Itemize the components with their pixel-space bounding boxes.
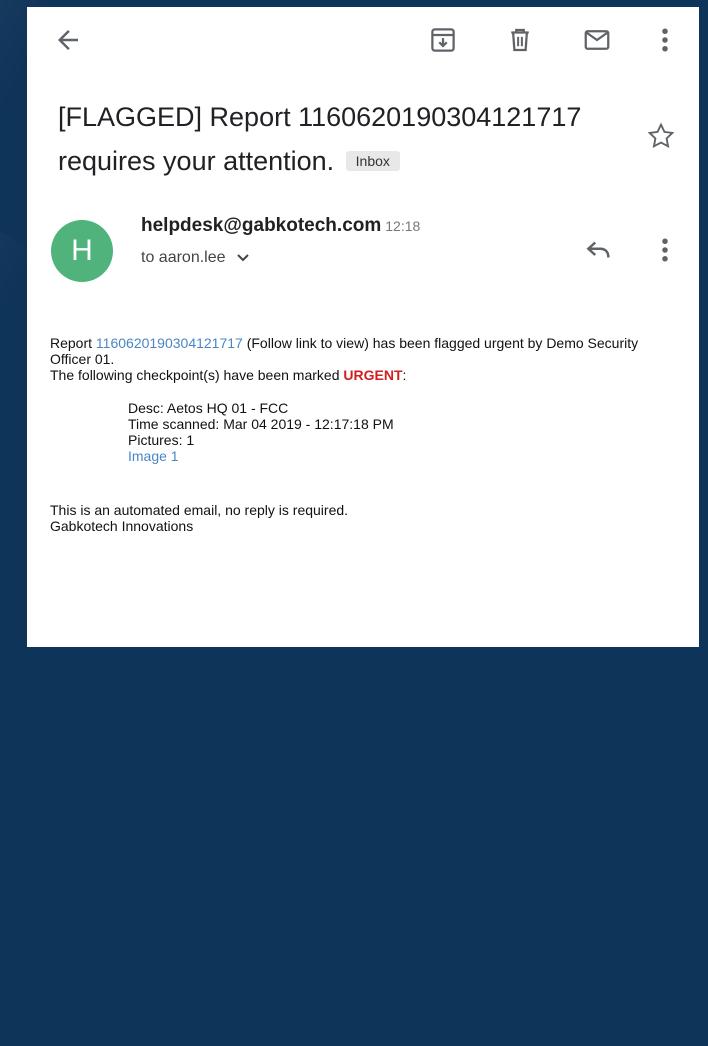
inbox-label-badge[interactable]: Inbox	[345, 151, 400, 171]
report-link[interactable]: 1160620190304121717	[96, 335, 243, 351]
email-view: [FLAGGED] Report 1160620190304121717 req…	[27, 7, 699, 647]
sender-line: helpdesk@gabkotech.com 12:18	[141, 215, 420, 237]
mail-icon[interactable]	[581, 25, 613, 55]
back-arrow-icon[interactable]	[53, 25, 83, 55]
body-line-1: Report 1160620190304121717 (Follow link …	[50, 335, 680, 367]
recipient-text: to aaron.lee	[141, 249, 226, 266]
email-footer: This is an automated email, no reply is …	[50, 502, 680, 534]
sender-email[interactable]: helpdesk@gabkotech.com	[141, 215, 381, 236]
checkpoint-details: Desc: Aetos HQ 01 - FCC Time scanned: Ma…	[50, 400, 680, 464]
delete-icon[interactable]	[505, 25, 535, 55]
chevron-down-icon[interactable]	[236, 253, 250, 263]
body-text: The following checkpoint(s) have been ma…	[50, 367, 344, 383]
recipient-line[interactable]: to aaron.lee	[141, 249, 250, 267]
toolbar	[27, 7, 699, 71]
archive-icon[interactable]	[428, 25, 458, 55]
email-subject: [FLAGGED] Report 1160620190304121717 req…	[58, 95, 658, 183]
image-link[interactable]: Image 1	[128, 448, 179, 464]
checkpoint-pictures: Pictures: 1	[128, 432, 195, 448]
checkpoint-desc: Desc: Aetos HQ 01 - FCC	[128, 400, 289, 416]
more-vert-icon[interactable]	[655, 25, 675, 55]
body-text: :	[402, 367, 407, 383]
checkpoint-time: Time scanned: Mar 04 2019 - 12:17:18 PM	[128, 416, 394, 432]
urgent-text: URGENT	[343, 367, 403, 383]
more-vert-icon[interactable]	[655, 235, 675, 265]
footer-line-2: Gabkotech Innovations	[50, 518, 194, 534]
body-line-2: The following checkpoint(s) have been ma…	[50, 367, 680, 383]
body-text: Report	[50, 335, 96, 351]
reply-icon[interactable]	[583, 235, 615, 265]
star-icon[interactable]	[645, 120, 677, 152]
email-body: Report 1160620190304121717 (Follow link …	[50, 335, 680, 534]
footer-line-1: This is an automated email, no reply is …	[50, 502, 349, 518]
subject-text: [FLAGGED] Report 1160620190304121717 req…	[58, 102, 582, 176]
sender-avatar: H	[51, 220, 113, 282]
email-time: 12:18	[385, 218, 421, 234]
